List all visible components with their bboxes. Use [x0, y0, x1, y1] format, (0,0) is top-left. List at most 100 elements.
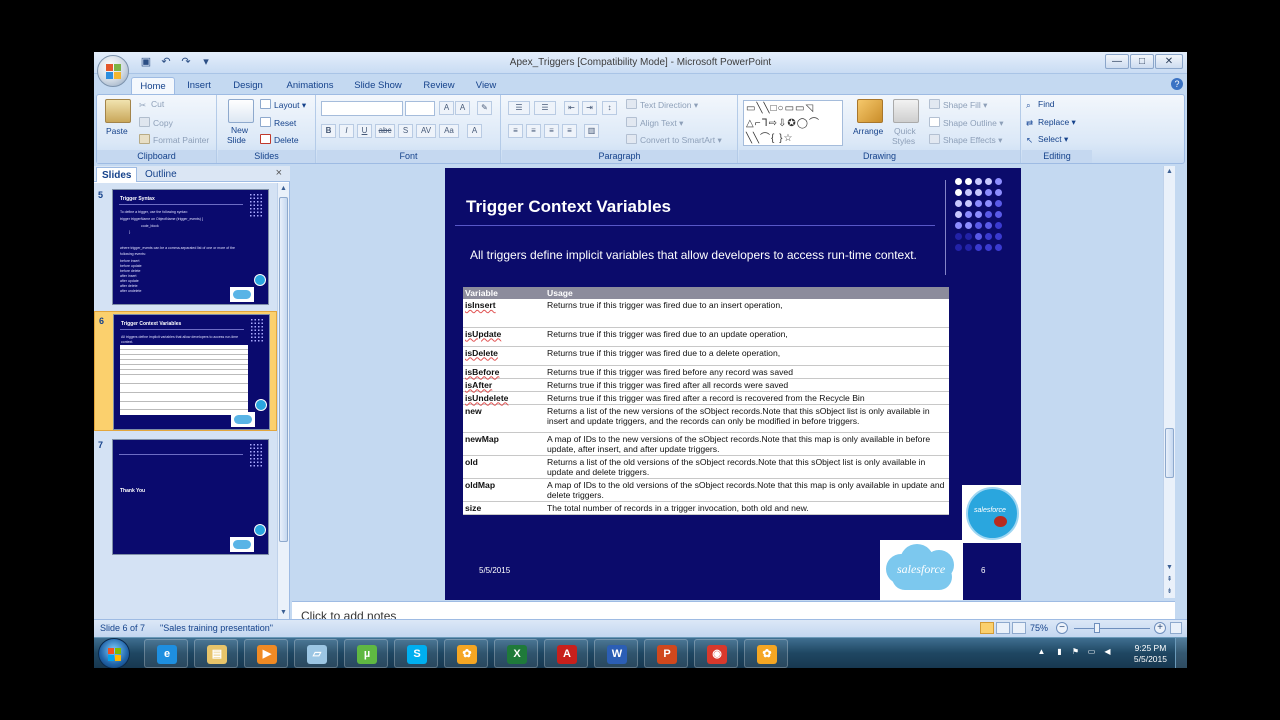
new-slide-button[interactable]: New — [231, 125, 248, 135]
shape-fill-button[interactable]: Shape Fill ▾ — [929, 99, 987, 111]
help-icon[interactable]: ? — [1171, 78, 1183, 90]
line-spacing-button[interactable]: ↕ — [602, 101, 617, 115]
underline-button[interactable]: U — [357, 124, 372, 138]
replace-button[interactable]: ⇄ Replace ▾ — [1026, 117, 1076, 128]
new-slide-icon[interactable] — [228, 99, 254, 123]
taskbar-app-button[interactable]: ▶ — [244, 639, 288, 668]
convert-smartart-button[interactable]: Convert to SmartArt ▾ — [626, 134, 722, 146]
slide-canvas[interactable]: Trigger Context Variables All triggers d… — [445, 168, 1021, 600]
taskbar-app-button[interactable]: ▤ — [194, 639, 238, 668]
align-right-button[interactable]: ≡ — [544, 124, 559, 138]
tab-design[interactable]: Design — [226, 77, 270, 94]
increase-indent-button[interactable]: ⇥ — [582, 101, 597, 115]
shapes-gallery[interactable]: ▭╲╲□○▭▭◹ △⌐ᒣ⇨⇩✪◯⌒ ╲╲⌒{ }☆ — [743, 100, 843, 146]
normal-view-button[interactable] — [980, 622, 994, 634]
taskbar-app-button[interactable]: ◉ — [694, 639, 738, 668]
align-text-button[interactable]: Align Text ▾ — [626, 117, 683, 129]
font-size-combo[interactable] — [405, 101, 435, 116]
tab-slide-show[interactable]: Slide Show — [350, 77, 406, 94]
taskbar-app-button[interactable]: P — [644, 639, 688, 668]
taskbar-app-button[interactable]: e — [144, 639, 188, 668]
slide-title[interactable]: Trigger Context Variables — [466, 197, 671, 217]
scroll-thumb[interactable] — [1165, 428, 1174, 478]
taskbar-app-button[interactable]: W — [594, 639, 638, 668]
strikethrough-button[interactable]: abc — [375, 124, 395, 138]
shadow-button[interactable]: S — [398, 124, 413, 138]
taskbar-app-button[interactable]: ✿ — [444, 639, 488, 668]
paste-icon[interactable] — [105, 99, 131, 123]
slide-show-button[interactable] — [1012, 622, 1026, 634]
zoom-out-button[interactable]: − — [1056, 622, 1068, 634]
scroll-thumb[interactable] — [279, 197, 288, 542]
cut-button[interactable]: ✂ Cut — [139, 99, 164, 110]
zoom-slider[interactable] — [1074, 628, 1150, 629]
taskbar-app-button[interactable]: ✿ — [744, 639, 788, 668]
decrease-indent-button[interactable]: ⇤ — [564, 101, 579, 115]
text-direction-button[interactable]: Text Direction ▾ — [626, 99, 698, 111]
power-icon[interactable]: ▭ — [1087, 647, 1096, 656]
next-slide-icon[interactable]: ⇟ — [1164, 586, 1175, 598]
shape-effects-button[interactable]: Shape Effects ▾ — [929, 134, 1002, 146]
taskbar-app-button[interactable]: X — [494, 639, 538, 668]
thumbnail-slide-5[interactable]: 5 Trigger Syntax To define a trigger, us… — [94, 186, 277, 306]
start-button[interactable] — [98, 638, 130, 668]
network-icon[interactable]: ▮ — [1055, 647, 1064, 656]
office-button[interactable] — [97, 55, 129, 87]
scroll-up-icon[interactable]: ▲ — [278, 183, 289, 195]
taskbar-app-button[interactable]: S — [394, 639, 438, 668]
tab-review[interactable]: Review — [418, 77, 460, 94]
paste-button[interactable]: Paste — [106, 126, 128, 136]
arrange-icon[interactable] — [857, 99, 883, 123]
tab-home[interactable]: Home — [131, 77, 175, 94]
clear-format-button[interactable]: ✎ — [477, 101, 492, 115]
shape-outline-button[interactable]: Shape Outline ▾ — [929, 117, 1004, 129]
align-left-button[interactable]: ≡ — [508, 124, 523, 138]
bullets-button[interactable]: ☰ — [508, 101, 530, 115]
format-painter-button[interactable]: Format Painter — [139, 134, 209, 145]
notes-pane[interactable]: Click to add notes — [292, 601, 1175, 619]
find-button[interactable]: ⌕ Find — [1026, 99, 1055, 110]
zoom-level[interactable]: 75% — [1030, 623, 1048, 633]
tab-view[interactable]: View — [470, 77, 502, 94]
columns-button[interactable]: ▥ — [584, 124, 599, 138]
zoom-slider-knob[interactable] — [1094, 623, 1100, 633]
numbering-button[interactable]: ☰ — [534, 101, 556, 115]
quick-styles-button-label[interactable]: Styles — [892, 136, 915, 146]
align-center-button[interactable]: ≡ — [526, 124, 541, 138]
font-name-combo[interactable] — [321, 101, 403, 116]
thumbnail-scrollbar[interactable]: ▲ ▼ — [277, 183, 289, 619]
previous-slide-icon[interactable]: ⇞ — [1164, 574, 1175, 586]
tab-animations[interactable]: Animations — [280, 77, 340, 94]
tab-outline[interactable]: Outline — [140, 167, 182, 182]
taskbar-app-button[interactable]: ▱ — [294, 639, 338, 668]
italic-button[interactable]: I — [339, 124, 354, 138]
quick-styles-button[interactable]: Quick — [894, 126, 916, 136]
taskbar-app-button[interactable]: A — [544, 639, 588, 668]
tray-expand-icon[interactable]: ▲ — [1037, 647, 1046, 656]
zoom-in-button[interactable]: + — [1154, 622, 1166, 634]
arrange-button[interactable]: Arrange — [853, 126, 883, 136]
reset-button[interactable]: Reset — [260, 117, 296, 128]
scroll-down-icon[interactable]: ▼ — [1164, 562, 1175, 574]
tab-insert[interactable]: Insert — [180, 77, 218, 94]
scroll-down-icon[interactable]: ▼ — [278, 607, 289, 619]
copy-button[interactable]: Copy — [139, 117, 173, 128]
action-center-icon[interactable]: ⚑ — [1071, 647, 1080, 656]
char-spacing-button[interactable]: AV — [416, 124, 436, 138]
slide-scrollbar[interactable]: ▲ ▼ ⇞ ⇟ — [1163, 166, 1175, 598]
grow-font-button[interactable]: A — [439, 101, 454, 115]
taskbar-clock[interactable]: 9:25 PM 5/5/2015 — [1134, 643, 1167, 665]
justify-button[interactable]: ≡ — [562, 124, 577, 138]
scroll-up-icon[interactable]: ▲ — [1164, 166, 1175, 178]
close-pane-icon[interactable]: × — [276, 167, 282, 179]
volume-icon[interactable]: ◀ — [1103, 647, 1112, 656]
bold-button[interactable]: B — [321, 124, 336, 138]
maximize-button[interactable]: □ — [1130, 54, 1154, 69]
taskbar-app-button[interactable]: µ — [344, 639, 388, 668]
close-button[interactable]: ✕ — [1155, 54, 1183, 69]
shrink-font-button[interactable]: A — [455, 101, 470, 115]
thumbnail-slide-6[interactable]: 6 Trigger Context Variables All triggers… — [94, 311, 277, 431]
thumbnail-slide-7[interactable]: 7 Thank You — [94, 436, 277, 556]
quick-styles-icon[interactable] — [893, 99, 919, 123]
fit-slide-button[interactable] — [1170, 622, 1182, 634]
